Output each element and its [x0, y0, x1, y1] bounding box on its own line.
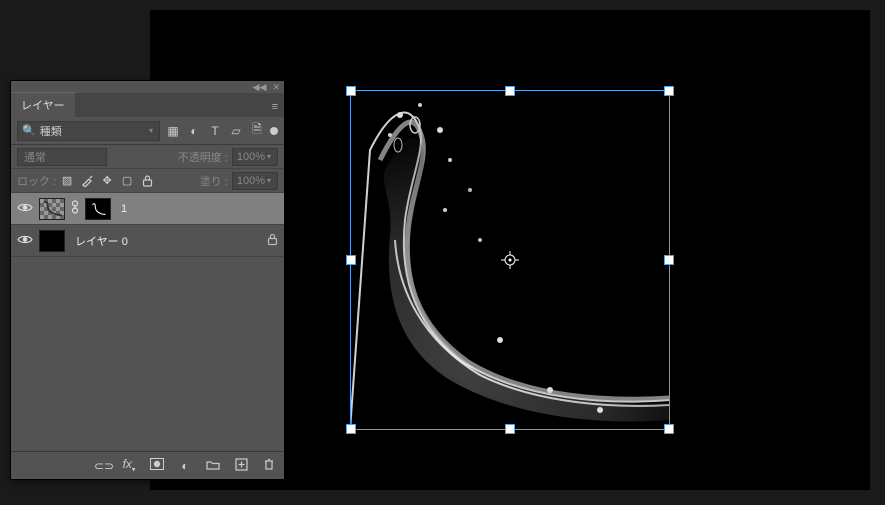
fill-value: 100%	[237, 175, 265, 187]
layer-filter-select[interactable]: 🔍 種類 ▾	[17, 121, 160, 141]
chevron-down-icon: ▾	[147, 126, 155, 135]
shape-icon[interactable]: ▱	[229, 124, 243, 138]
opacity-value: 100%	[237, 151, 265, 163]
lock-label: ロック :	[17, 173, 56, 189]
blend-mode-select[interactable]: 通常	[17, 148, 107, 166]
lock-icon[interactable]	[267, 233, 278, 249]
layer-name[interactable]: 1	[121, 203, 127, 215]
lock-paint-icon[interactable]	[80, 174, 94, 188]
lock-artboard-icon[interactable]: ▢	[120, 174, 134, 188]
panel-footer: ⊂⊃ fx▾ ◐	[11, 451, 284, 479]
mask-link-icon[interactable]	[71, 200, 79, 217]
filter-type-label: 種類	[40, 123, 143, 139]
lock-position-icon[interactable]: ✥	[100, 174, 114, 188]
fx-icon[interactable]: fx▾	[122, 457, 136, 473]
fill-label: 塗り :	[200, 173, 228, 189]
chevron-down-icon: ▾	[265, 152, 273, 161]
lock-all-icon[interactable]	[140, 174, 154, 188]
image-icon[interactable]: ▦	[166, 124, 180, 138]
tab-layers[interactable]: レイヤー	[11, 92, 75, 117]
new-layer-icon[interactable]	[234, 458, 248, 474]
mask-thumbnail[interactable]	[85, 198, 111, 220]
lock-row: ロック : ▨ ✥ ▢ 塗り : 100% ▾	[11, 169, 284, 193]
transform-handle-top[interactable]	[505, 86, 515, 96]
visibility-icon[interactable]	[17, 234, 33, 248]
transform-handle-top-left[interactable]	[346, 86, 356, 96]
layers-list: 1 レイヤー 0	[11, 193, 284, 451]
lock-pixels-icon[interactable]: ▨	[60, 174, 74, 188]
close-icon[interactable]: ✕	[272, 83, 280, 92]
layer-row[interactable]: 1	[11, 193, 284, 225]
layer-row[interactable]: レイヤー 0	[11, 225, 284, 257]
delete-icon[interactable]	[262, 458, 276, 474]
opacity-label: 不透明度 :	[178, 149, 228, 165]
group-icon[interactable]	[206, 459, 220, 473]
layer-name[interactable]: レイヤー 0	[75, 233, 128, 249]
transform-handle-right[interactable]	[664, 255, 674, 265]
transform-bounding-box[interactable]	[350, 90, 670, 430]
blend-row: 通常 不透明度 : 100% ▾	[11, 145, 284, 169]
visibility-icon[interactable]	[17, 202, 33, 216]
layer-thumbnail[interactable]	[39, 230, 65, 252]
filter-toggle-icon[interactable]	[270, 127, 278, 135]
link-icon[interactable]: ⊂⊃	[94, 459, 108, 473]
blend-mode-value: 通常	[24, 149, 46, 165]
adjustment-icon[interactable]: ◐	[187, 124, 201, 138]
transform-handle-bottom-right[interactable]	[664, 424, 674, 434]
search-icon: 🔍	[22, 124, 36, 137]
chevron-down-icon: ▾	[265, 176, 273, 185]
adjustment-layer-icon[interactable]: ◐	[178, 459, 192, 473]
layer-thumbnail[interactable]	[39, 198, 65, 220]
collapse-icon[interactable]: ◀◀	[253, 83, 267, 92]
fill-input[interactable]: 100% ▾	[232, 172, 278, 190]
type-icon[interactable]: T	[208, 124, 222, 138]
transform-handle-left[interactable]	[346, 255, 356, 265]
panel-tabs: レイヤー ≡	[11, 93, 284, 117]
transform-handle-bottom[interactable]	[505, 424, 515, 434]
panel-menu-icon[interactable]: ≡	[266, 97, 284, 117]
layers-panel: ◀◀ ✕ レイヤー ≡ 🔍 種類 ▾ ▦ ◐ T ▱ 🗎 通常 不透明度 : 1…	[10, 80, 285, 480]
mask-icon[interactable]	[150, 458, 164, 473]
transform-pivot-icon[interactable]	[501, 251, 519, 269]
smartobj-icon[interactable]: 🗎	[250, 120, 264, 141]
layer-filter-row: 🔍 種類 ▾ ▦ ◐ T ▱ 🗎	[11, 117, 284, 145]
transform-handle-bottom-left[interactable]	[346, 424, 356, 434]
opacity-input[interactable]: 100% ▾	[232, 148, 278, 166]
transform-handle-top-right[interactable]	[664, 86, 674, 96]
